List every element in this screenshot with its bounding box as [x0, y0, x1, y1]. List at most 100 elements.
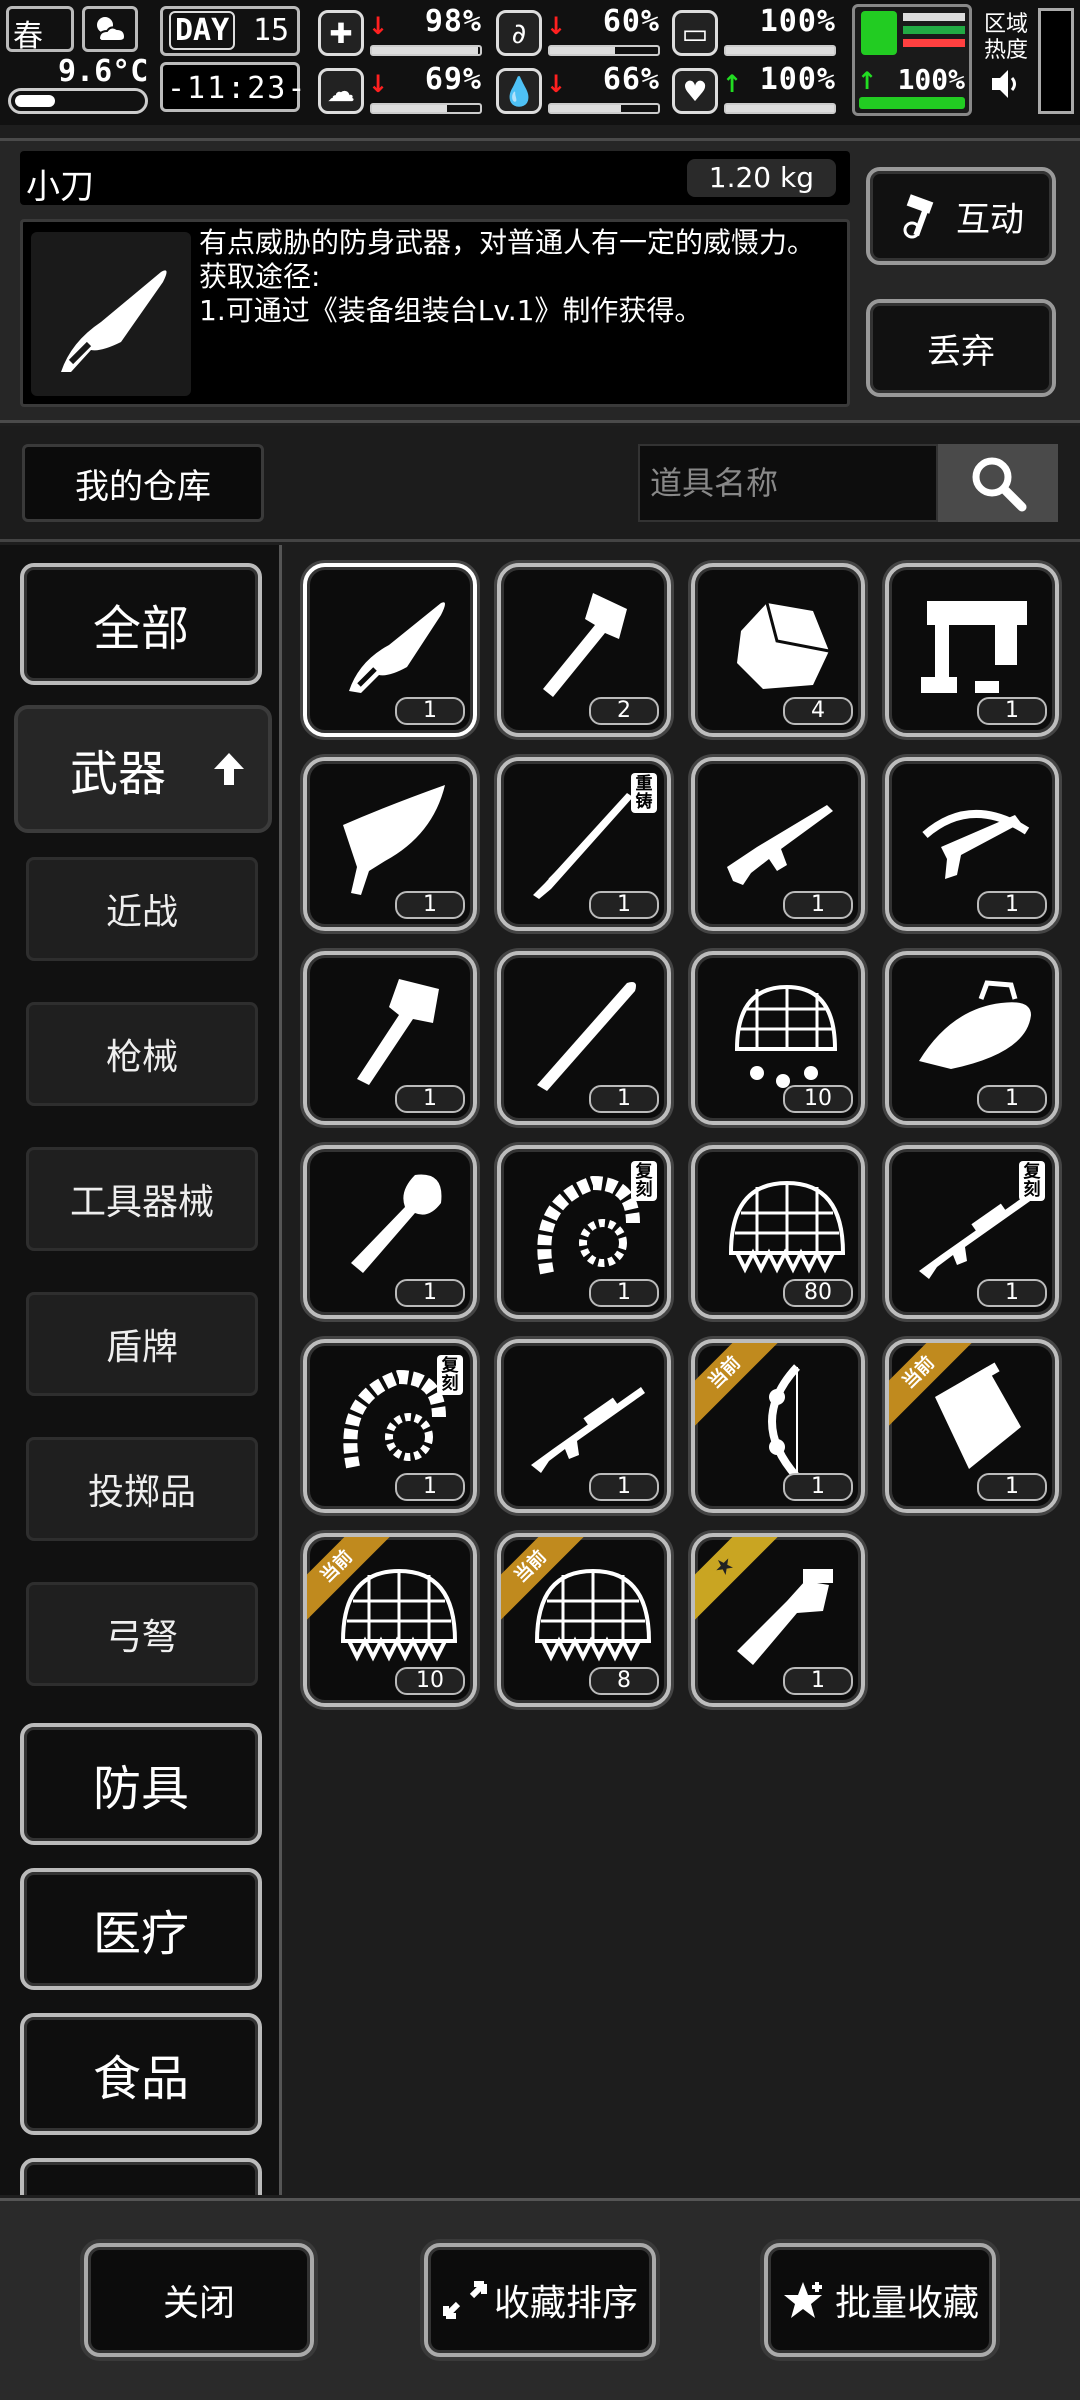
item-count: 1: [977, 1473, 1047, 1501]
category-food[interactable]: 食品: [20, 2013, 262, 2135]
category-more[interactable]: [20, 2158, 262, 2195]
bladder-icon: ▭: [672, 10, 718, 56]
item-slot[interactable]: 复刻 1: [497, 1145, 671, 1319]
item-count: 1: [977, 697, 1047, 725]
item-slot[interactable]: 当前 1: [885, 1339, 1059, 1513]
interact-button[interactable]: 互动: [866, 167, 1056, 265]
water-drop-icon: 💧: [496, 68, 542, 114]
item-tag: 复刻: [631, 1161, 657, 1201]
item-slot[interactable]: 1: [885, 757, 1059, 931]
item-slot[interactable]: 2: [497, 563, 671, 737]
stick-icon: [537, 982, 636, 1091]
sound-icon[interactable]: [990, 66, 1022, 102]
item-count: 2: [589, 697, 659, 725]
search-input[interactable]: [638, 444, 938, 522]
item-description: 有点威胁的防身武器，对普通人有一定的威慑力。 获取途径: 1.可通过《装备组装台…: [199, 226, 816, 327]
stat-hunger: ∂ ↓ 60%: [496, 4, 664, 60]
subcategory-bows[interactable]: 弓弩: [26, 1582, 258, 1686]
item-slot[interactable]: 1: [303, 951, 477, 1125]
category-medical[interactable]: 医疗: [20, 1868, 262, 1990]
category-sidebar[interactable]: 全部 武器 近战 枪械 工具器械 盾牌 投掷品 弓弩 防具 医疗 食品: [0, 545, 282, 2195]
sort-arrows-icon: [442, 2281, 487, 2319]
stat-bladder: ▭ 100%: [672, 4, 840, 60]
item-tag: 复刻: [437, 1355, 463, 1395]
day-number: 15: [253, 13, 290, 48]
batch-favorite-button[interactable]: 批量收藏: [764, 2243, 996, 2357]
star-plus-icon: [783, 2282, 822, 2318]
item-slot[interactable]: 当前 1: [691, 1339, 865, 1513]
item-detail-panel: 小刀 1.20 kg 有点威胁的防身武器，对普通人有一定的威慑力。 获取途径: …: [0, 138, 1080, 423]
thermometer-bar: [8, 88, 148, 114]
item-slot[interactable]: 4: [691, 563, 865, 737]
stamina-bar: [859, 97, 965, 109]
medkit-icon: ✚: [318, 10, 364, 56]
item-slot[interactable]: 1: [303, 757, 477, 931]
item-slot[interactable]: 当前 10: [303, 1533, 477, 1707]
item-slot[interactable]: 80: [691, 1145, 865, 1319]
arrow-up-icon: [214, 753, 244, 785]
item-slot[interactable]: 1: [885, 951, 1059, 1125]
item-count: 8: [589, 1667, 659, 1695]
item-slot[interactable]: 重铸 1: [497, 757, 671, 931]
item-count: 1: [589, 1279, 659, 1307]
hatchet-icon: [357, 979, 439, 1085]
stat-thirst: 💧 ↓ 66%: [496, 62, 664, 118]
item-slot[interactable]: 1: [497, 1339, 671, 1513]
item-tag: 复刻: [1019, 1161, 1045, 1201]
item-slot[interactable]: 1: [303, 1145, 477, 1319]
day-label: DAY: [169, 11, 236, 50]
interact-label: 互动: [956, 199, 1024, 240]
subcategory-throwables[interactable]: 投掷品: [26, 1437, 258, 1541]
search-button[interactable]: [938, 444, 1058, 522]
discard-label: 丢弃: [927, 331, 995, 372]
item-count: 80: [783, 1279, 853, 1307]
subcategory-melee[interactable]: 近战: [26, 857, 258, 961]
close-button[interactable]: 关闭: [84, 2243, 314, 2357]
item-count: 1: [783, 1473, 853, 1501]
item-slot[interactable]: 复刻 1: [885, 1145, 1059, 1319]
warehouse-header: 我的仓库: [0, 426, 1080, 542]
subcategory-tools[interactable]: 工具器械: [26, 1147, 258, 1251]
spiked-net-icon: [728, 1180, 845, 1274]
axe-icon: [543, 593, 627, 697]
category-all[interactable]: 全部: [20, 563, 262, 685]
item-count: 1: [395, 1473, 465, 1501]
item-slot[interactable]: 10: [691, 951, 865, 1125]
subcategory-shields[interactable]: 盾牌: [26, 1292, 258, 1396]
nail-gun-icon: [921, 601, 1027, 693]
hammer-icon: [903, 194, 934, 239]
brain-icon: ☁: [318, 68, 364, 114]
item-count: 1: [783, 1667, 853, 1695]
batch-fav-label: 批量收藏: [834, 2283, 979, 2324]
stone-icon: [737, 602, 830, 689]
item-slot[interactable]: 当前 8: [497, 1533, 671, 1707]
item-count: 10: [783, 1085, 853, 1113]
stat-fill: [372, 105, 447, 112]
boot-icon: [861, 11, 897, 55]
crossbow-icon: [922, 809, 1030, 879]
item-description-box: 有点威胁的防身武器，对普通人有一定的威慑力。 获取途径: 1.可通过《装备组装台…: [20, 219, 850, 407]
discard-button[interactable]: 丢弃: [866, 299, 1056, 397]
knife-icon: [349, 602, 445, 693]
category-weapons[interactable]: 武器: [14, 705, 272, 833]
subcategory-firearms[interactable]: 枪械: [26, 1002, 258, 1106]
warehouse-title: 我的仓库: [22, 444, 264, 522]
area-heat-label: 区域热度: [984, 12, 1029, 63]
item-count: 1: [977, 1085, 1047, 1113]
sort-favorites-button[interactable]: 收藏排序: [424, 2243, 656, 2357]
item-slot[interactable]: 1: [497, 951, 671, 1125]
item-grid: 1 2 4 1 1 重铸 1 1 1 1 1 10 1 1 复刻 1 80 复刻 1 复刻 1 1 当前 1 当前 1 当前 10 当前…: [285, 545, 1080, 2195]
item-count: 1: [589, 1473, 659, 1501]
day-box: DAY 15: [160, 6, 300, 56]
item-count: 1: [395, 697, 465, 725]
stat-fill: [726, 105, 834, 112]
search-icon: [972, 457, 1027, 512]
item-slot[interactable]: 1: [691, 757, 865, 931]
item-name-bar: 小刀 1.20 kg: [20, 151, 850, 207]
item-slot[interactable]: ★ 1: [691, 1533, 865, 1707]
item-slot[interactable]: 1: [885, 563, 1059, 737]
item-slot[interactable]: 1: [303, 563, 477, 737]
item-slot[interactable]: 复刻 1: [303, 1339, 477, 1513]
category-weapons-label: 武器: [69, 746, 166, 802]
category-armor[interactable]: 防具: [20, 1723, 262, 1845]
